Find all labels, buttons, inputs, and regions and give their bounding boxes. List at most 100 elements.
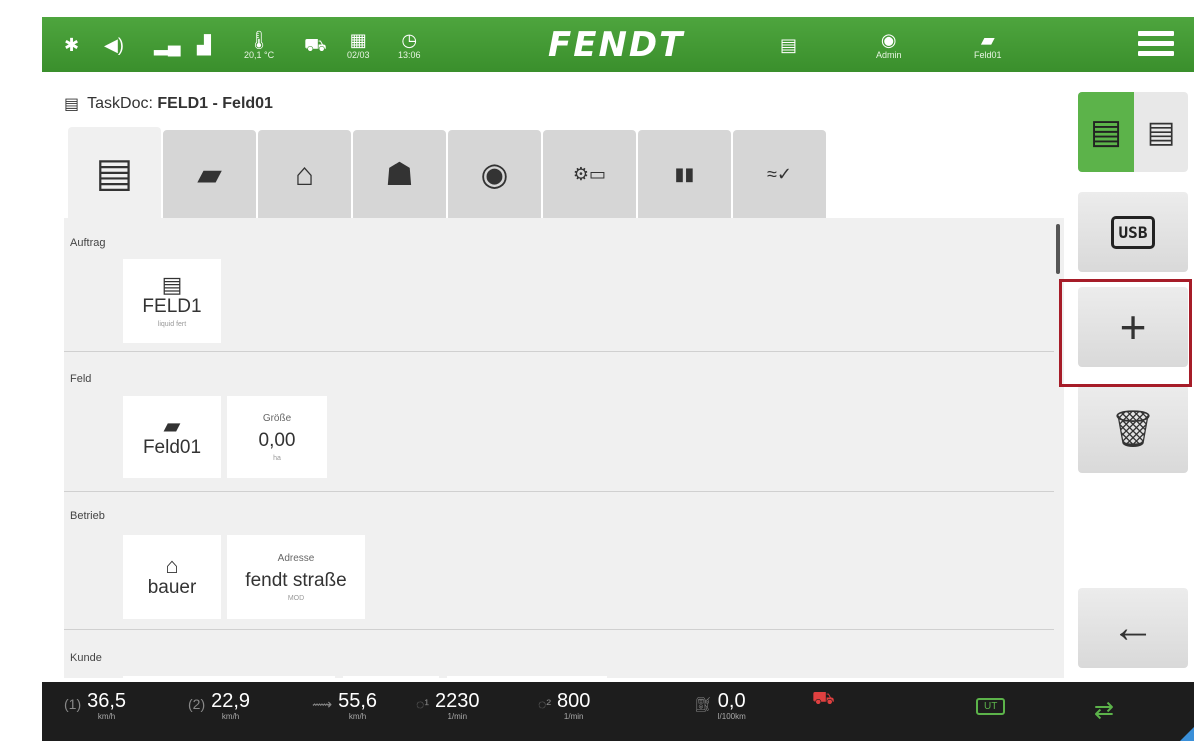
usb-icon: USB — [1110, 215, 1156, 249]
taskdoc-icon: ▤ — [64, 96, 80, 113]
fuel-unit: l/100km — [717, 712, 746, 721]
farm-icon: ⌂ — [165, 553, 179, 578]
back-button[interactable]: ← — [1078, 588, 1188, 668]
speed-3-value: 55,6 — [338, 690, 378, 712]
tab-field[interactable]: ▰ — [163, 130, 256, 218]
corner-indicator — [1180, 727, 1194, 741]
tab-farm[interactable]: ⌂ — [258, 130, 351, 218]
section-label: Auftrag — [70, 237, 106, 249]
section-label: Feld — [70, 373, 92, 385]
speed-1-icon: (1) — [64, 696, 82, 712]
document-icon[interactable]: ▤ — [780, 17, 797, 72]
top-status-bar: ✱ ◀) ▂▄ ▟ 🌡︎ 20,1 °C ⛟ ▦ 02/03 ◷ 13:06 FEND… — [42, 17, 1194, 72]
tab-machine[interactable]: ⚙▭ — [543, 130, 636, 218]
field-icon: ▰ — [197, 156, 222, 192]
back-arrow-icon: ← — [1111, 603, 1155, 652]
size-unit: ha — [273, 454, 281, 462]
engine-rpm-2-icon: ◌² — [538, 696, 551, 712]
tractor-icon: ⛟ — [304, 34, 327, 55]
field-size-card[interactable]: Größe 0,00 ha — [227, 396, 327, 478]
ground-speed-icon: ⟿ — [312, 696, 333, 712]
time-value: 13:06 — [398, 49, 421, 60]
address-subtitle: MOD — [287, 594, 305, 602]
fuel-pump-icon: ⛽︎ — [694, 696, 712, 712]
clock-readout: ◷ 13:06 — [398, 29, 421, 60]
customer-icon: ☗ — [385, 156, 414, 192]
tractor-warning-icon[interactable]: ⛟ — [812, 688, 835, 712]
field-card[interactable]: ▰ Feld01 — [123, 396, 221, 478]
size-value: 0,00 — [258, 429, 296, 451]
rpm-1-readout: ◌¹ 2230 1/min — [416, 690, 479, 721]
gps-signal-icon: ▟ — [197, 34, 211, 55]
tab-task-document[interactable]: ▤ — [68, 127, 161, 218]
customer-card-partial[interactable] — [447, 676, 607, 678]
order-subtitle: liquid fert — [157, 321, 187, 328]
delete-button[interactable]: 🗑︎ — [1078, 385, 1188, 473]
speed-2-icon: (2) — [188, 696, 206, 712]
tab-operation[interactable]: ≈✓ — [733, 130, 826, 218]
section-label: Betrieb — [70, 510, 105, 522]
section-label: Kunde — [70, 652, 102, 664]
page-title: ▤ TaskDoc: FELD1 - Feld01 — [64, 94, 273, 114]
products-icon: ▮▮ — [674, 163, 695, 184]
speed-2-readout: (2) 22,9 km/h — [188, 690, 250, 721]
volume-icon[interactable]: ◀) — [104, 17, 124, 72]
engine-rpm-1-icon: ◌¹ — [416, 696, 429, 712]
section-kunde: Kunde — [64, 630, 1054, 678]
speed-3-readout: ⟿ 55,6 km/h — [312, 690, 377, 721]
address-caption: Adresse — [277, 552, 315, 564]
worker-icon: ◉ — [480, 156, 509, 192]
rpm-1-unit: 1/min — [447, 712, 468, 721]
speed-3-unit: km/h — [348, 712, 367, 721]
user-profile[interactable]: ◉ Admin — [876, 17, 902, 72]
section-feld: Feld ▰ Feld01 Größe 0,00 ha — [64, 352, 1054, 492]
speed-2-value: 22,9 — [211, 690, 251, 712]
hamburger-menu-icon[interactable] — [1138, 31, 1174, 57]
details-scroll-area[interactable]: Auftrag ▤ FELD1 liquid fert Feld ▰ Feld0… — [64, 218, 1064, 678]
task-document-icon[interactable]: ▤ — [1078, 92, 1134, 172]
speed-1-unit: km/h — [97, 712, 116, 721]
operation-icon: ≈✓ — [767, 163, 792, 184]
machine-icon: ⚙▭ — [572, 163, 607, 184]
document-icon: ▤ — [95, 150, 134, 195]
document-detail-icon[interactable]: ▤ — [1134, 92, 1188, 172]
calendar-readout: ▦ 02/03 — [347, 29, 370, 60]
size-caption: Größe — [262, 412, 292, 424]
bluetooth-icon: ✱ — [64, 34, 80, 55]
farm-card[interactable]: ⌂ bauer — [123, 535, 221, 619]
ut-button[interactable]: UT — [976, 698, 1006, 715]
tab-products[interactable]: ▮▮ — [638, 130, 731, 218]
date-value: 02/03 — [347, 49, 370, 60]
speed-1-readout: (1) 36,5 km/h — [64, 690, 126, 721]
field-icon: ▰ — [163, 413, 181, 438]
farm-address-card[interactable]: Adresse fendt straße MOD — [227, 535, 365, 619]
ut-label: UT — [984, 701, 998, 712]
main-panel: ▤ TaskDoc: FELD1 - Feld01 ▤ ▰ ⌂ ☗ ◉ ⚙▭ ▮… — [56, 80, 1071, 678]
switch-view-icon[interactable]: ⇄ — [1094, 696, 1114, 725]
farm-icon: ⌂ — [294, 155, 315, 192]
temperature-readout: 🌡︎ 20,1 °C — [244, 29, 275, 60]
rpm-2-readout: ◌² 800 1/min — [538, 690, 590, 721]
rpm-2-value: 800 — [556, 690, 591, 712]
temperature-value: 20,1 °C — [244, 49, 275, 60]
scrollbar[interactable] — [1056, 224, 1060, 274]
bottom-status-bar: (1) 36,5 km/h (2) 22,9 km/h ⟿ 55,6 km/h ◌¹ … — [42, 682, 1194, 741]
doc-name: FELD1 - Feld01 — [157, 95, 273, 112]
signal-icon: ▂▄ — [154, 34, 181, 55]
tab-customer[interactable]: ☗ — [353, 130, 446, 218]
usb-button[interactable]: USB — [1078, 192, 1188, 272]
speed-2-unit: km/h — [221, 712, 240, 721]
rpm-1-value: 2230 — [434, 690, 480, 712]
customer-card-partial[interactable] — [123, 676, 335, 678]
rpm-2-unit: 1/min — [563, 712, 584, 721]
farm-name: bauer — [147, 577, 197, 598]
section-auftrag: Auftrag ▤ FELD1 liquid fert — [64, 218, 1054, 352]
tab-worker[interactable]: ◉ — [448, 130, 541, 218]
order-card[interactable]: ▤ FELD1 liquid fert — [123, 259, 221, 343]
customer-card-partial[interactable] — [343, 676, 439, 678]
document-icon: ▤ — [161, 272, 183, 297]
highlight-frame — [1059, 279, 1192, 387]
field-indicator[interactable]: ▰ Feld01 — [974, 17, 1002, 72]
fuel-value: 0,0 — [717, 690, 746, 712]
document-view-toggle[interactable]: ▤ ▤ — [1078, 92, 1188, 172]
